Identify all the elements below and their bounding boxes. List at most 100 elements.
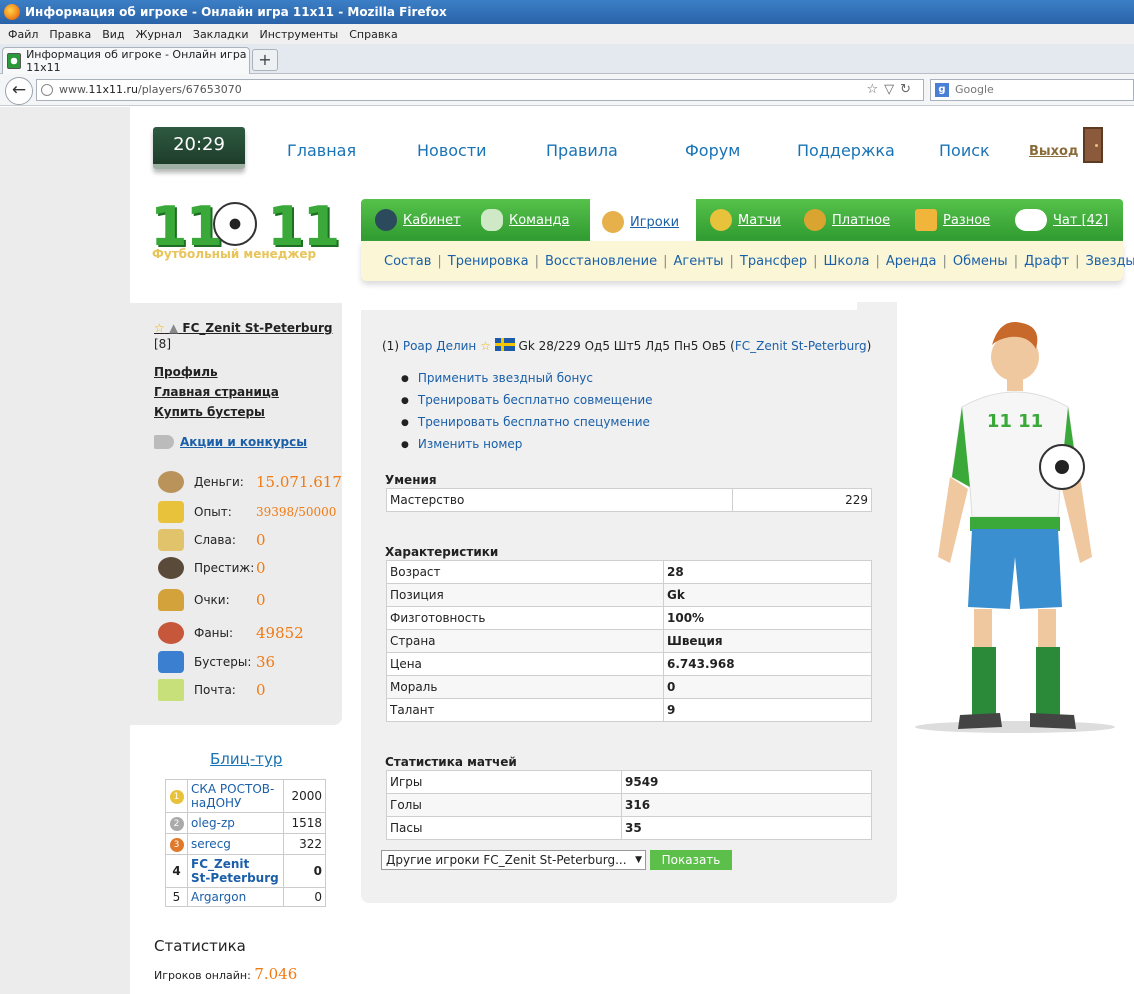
player-actions: Применить звездный бонус Тренировать бес… [401,368,653,456]
nav-team[interactable]: Команда [481,199,569,241]
search-bar[interactable]: g Google [930,79,1134,101]
subnav-training[interactable]: Тренировка [448,254,529,269]
fans-icon [158,622,184,644]
player-team-link[interactable]: FC_Zenit St-Peterburg [735,339,867,353]
blitz-team-link[interactable]: serecg [191,837,231,851]
blitz-team-link[interactable]: oleg-zp [191,816,235,830]
envelope-icon[interactable] [158,679,184,701]
show-button[interactable]: Показать [650,850,732,870]
players-online-value: 7.046 [254,965,298,983]
tab-title: Информация об игроке - Онлайн игра 11x11 [26,48,247,74]
nav-matches-label: Матчи [738,212,781,228]
window-title: Информация об игроке - Онлайн игра 11x11… [25,5,447,19]
subnav-loan[interactable]: Аренда [886,254,937,269]
server-clock: 20:29 [153,127,245,169]
nav-home-link[interactable]: Главная [287,141,356,160]
subnav-recovery[interactable]: Восстановление [545,254,657,269]
nav-misc[interactable]: Разное [915,199,990,241]
train-special-skill-link[interactable]: Тренировать бесплатно спецумение [418,415,650,429]
stat-money-value: 15.071.617 [256,473,342,491]
back-button[interactable]: ← [5,77,33,105]
player-name-link[interactable]: Роар Делин [403,339,476,353]
blitz-team-link[interactable]: Argargon [191,890,246,904]
url-path: /players/67653070 [137,83,242,96]
subnav-exchanges[interactable]: Обмены [953,254,1008,269]
left-margin [0,107,130,994]
characteristics-heading: Характеристики [385,545,499,559]
nav-support-link[interactable]: Поддержка [797,141,895,160]
player-info-panel: (1) Роар Делин ☆ Gk 28/229 Од5 Шт5 Лд5 П… [361,302,897,903]
subnav-draft[interactable]: Драфт [1024,254,1069,269]
url-prefix: www. [59,83,89,96]
menu-edit[interactable]: Правка [49,28,91,41]
menu-bookmarks[interactable]: Закладки [193,28,249,41]
dropdown-arrow-icon[interactable]: ▽ [884,82,900,97]
google-icon[interactable]: g [935,83,949,97]
characteristics-table: Возраст 28 Позиция Gk Физготовность 100% Ст… [386,560,872,722]
logout-link[interactable]: Выход [1029,144,1078,159]
new-tab-button[interactable]: + [252,49,278,71]
reload-icon[interactable]: ↻ [900,82,917,97]
logo-subtitle: Футбольный менеджер [152,247,317,261]
subnav-school[interactable]: Школа [823,254,869,269]
star-icon: ☆ [480,339,491,353]
nav-matches[interactable]: Матчи [710,199,781,241]
podium-icon [158,529,184,551]
nav-news-link[interactable]: Новости [417,141,487,160]
menu-help[interactable]: Справка [349,28,397,41]
navigation-toolbar: ← www.11x11.ru/players/67653070 ☆▽↻ g Go… [0,74,1134,106]
table-row: Страна Швеция [386,629,872,653]
bookmark-star-icon[interactable]: ☆ [866,82,884,97]
profile-link[interactable]: Профиль [154,365,218,379]
blitz-score: 0 [283,887,326,907]
stat-mail-value[interactable]: 0 [256,681,266,699]
stat-money: Деньги: 15.071.617 [158,470,342,494]
sweden-flag-icon [494,338,515,351]
nav-misc-label: Разное [943,212,991,228]
menu-file[interactable]: Файл [8,28,38,41]
skill-link[interactable]: Мастерство [390,493,464,507]
chat-bubble-icon [1015,209,1047,231]
globe-icon [41,84,53,96]
stat-experience: Опыт: 39398/50000 [158,500,336,524]
list-item: Тренировать бесплатно совмещение [401,390,653,412]
apply-star-bonus-link[interactable]: Применить звездный бонус [418,371,593,385]
blitz-tour-link[interactable]: Блиц-тур [210,750,282,768]
players-icon [602,211,624,233]
nav-rules-link[interactable]: Правила [546,141,618,160]
gold-medal-icon: 1 [169,790,184,804]
main-page-link[interactable]: Главная страница [154,385,279,399]
menu-tools[interactable]: Инструменты [260,28,339,41]
nav-search-link[interactable]: Поиск [939,141,990,160]
nav-paid[interactable]: Платное [804,199,890,241]
skill-value: 229 [732,488,872,512]
change-number-link[interactable]: Изменить номер [418,437,523,451]
other-players-select[interactable]: Другие игроки FC_Zenit St-Peterburg... ▼ [381,850,646,870]
nav-players-label: Игроки [630,214,680,230]
menu-view[interactable]: Вид [102,28,124,41]
buy-boosters-link[interactable]: Купить бустеры [154,405,265,419]
promo-link[interactable]: Акции и конкурсы [154,435,307,449]
nav-players[interactable]: Игроки [590,199,696,245]
nav-cabinet[interactable]: Кабинет [375,199,461,241]
club-name: FC_Zenit St-Peterburg [182,321,333,335]
subnav-lineup[interactable]: Состав [384,254,431,269]
bronze-medal-icon: 3 [169,838,184,852]
blitz-team-link[interactable]: СКА РОСТОВ-наДОНУ [191,782,274,810]
subnav-agents[interactable]: Агенты [673,254,723,269]
url-bar[interactable]: www.11x11.ru/players/67653070 ☆▽↻ [36,79,924,101]
table-row: Мастерство 229 [386,488,872,512]
nav-cabinet-label: Кабинет [403,212,461,228]
door-icon[interactable] [1083,127,1103,163]
subnav-stars[interactable]: Звезды [1086,254,1134,269]
mountain-icon: ▲ [168,321,179,335]
nav-forum-link[interactable]: Форум [685,141,740,160]
club-link[interactable]: ☆ ▲ FC_Zenit St-Peterburg [154,321,333,335]
browser-tab[interactable]: Информация об игроке - Онлайн игра 11x11 [2,47,250,74]
menu-history[interactable]: Журнал [136,28,182,41]
player-figure [915,321,1115,733]
nav-chat[interactable]: Чат [42] [1015,199,1108,241]
subnav-transfer[interactable]: Трансфер [740,254,807,269]
blitz-team-link[interactable]: FC_Zenit St-Peterburg [191,857,279,885]
train-combination-link[interactable]: Тренировать бесплатно совмещение [418,393,653,407]
